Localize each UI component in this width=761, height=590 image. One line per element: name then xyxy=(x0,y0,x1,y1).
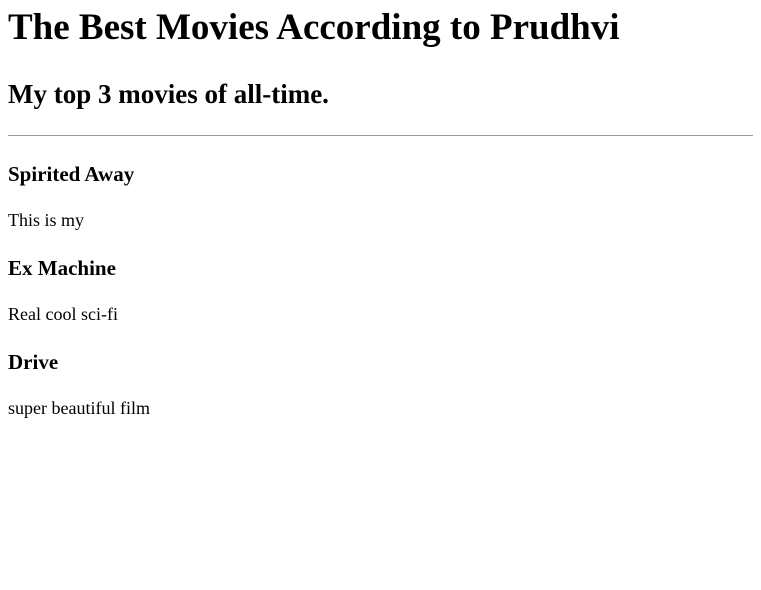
page-title: The Best Movies According to Prudhvi xyxy=(8,7,620,48)
movie-item: Ex Machine Real cool sci-fi xyxy=(8,255,753,325)
movie-item: Drive super beautiful film xyxy=(8,349,753,419)
horizontal-divider xyxy=(8,135,753,136)
movie-title: Drive xyxy=(8,350,59,374)
movie-description: Real cool sci-fi xyxy=(8,304,118,324)
page-content: The Best Movies According to Prudhvi My … xyxy=(0,6,761,419)
movie-description: This is my xyxy=(8,210,85,230)
movie-description: super beautiful film xyxy=(8,398,150,418)
movie-item: Spirited Away This is my xyxy=(8,161,753,231)
movie-title: Ex Machine xyxy=(8,256,116,280)
movie-title: Spirited Away xyxy=(8,162,135,186)
page-subtitle: My top 3 movies of all-time. xyxy=(8,79,329,109)
